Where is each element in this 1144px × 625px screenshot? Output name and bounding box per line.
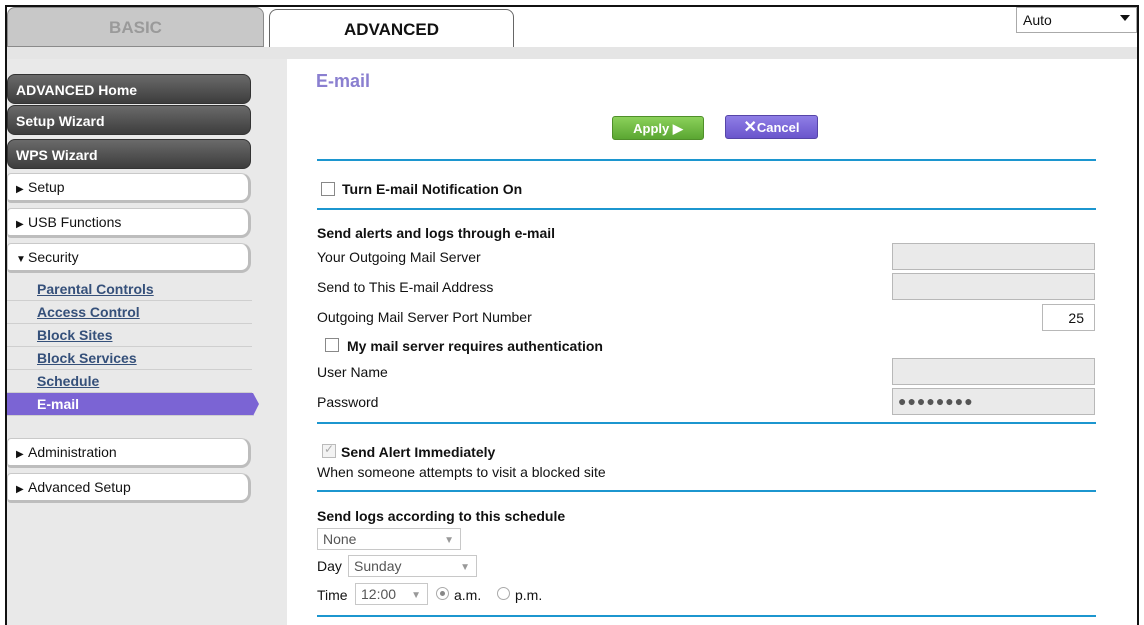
outgoing-server-label: Your Outgoing Mail Server [317,249,481,265]
divider [317,422,1096,424]
sidebar-advanced-home[interactable]: ADVANCED Home [7,74,251,104]
port-label: Outgoing Mail Server Port Number [317,309,532,325]
chevron-down-icon: ▼ [411,590,421,601]
day-select[interactable]: Sunday ▼ [348,555,477,577]
password-label: Password [317,394,379,410]
page-title: E-mail [316,71,371,91]
sidebar-item-label: Advanced Setup [28,479,131,495]
apply-button[interactable]: Apply ▶ [612,116,704,140]
password-value: ●●●●●●●● [898,393,974,409]
sidebar-item-block-sites[interactable]: Block Sites [7,324,252,347]
sidebar: ADVANCED Home Setup Wizard WPS Wizard ▶ S… [7,59,287,625]
send-to-label: Send to This E-mail Address [317,279,494,295]
send-alerts-heading: Send alerts and logs through e-mail [317,225,556,241]
email-notification-checkbox[interactable] [321,182,335,196]
username-input[interactable] [892,358,1095,385]
top-tabbar: BASIC ADVANCED Auto [7,7,1137,49]
triangle-right-icon: ▶ [16,184,24,195]
schedule-heading: Send logs according to this schedule [317,508,566,524]
triangle-right-icon: ▶ [16,484,24,495]
sidebar-item-usb-functions[interactable]: ▶ USB Functions [7,208,251,238]
pm-radio[interactable] [497,587,510,600]
day-select-value: Sunday [354,558,402,574]
port-input[interactable]: 25 [1042,304,1095,331]
sidebar-item-security[interactable]: ▼ Security [7,243,251,273]
language-select-value: Auto [1023,12,1052,28]
am-label: a.m. [454,587,482,603]
language-select[interactable]: Auto [1016,7,1137,33]
schedule-select-value: None [323,531,357,547]
triangle-right-icon: ▶ [16,449,24,460]
tab-advanced[interactable]: ADVANCED [269,9,514,49]
day-label: Day [317,558,342,574]
security-submenu: Parental Controls Access Control Block S… [7,278,259,416]
cancel-label: Cancel [756,120,800,135]
divider [317,159,1096,161]
auth-label: My mail server requires authentication [347,338,603,354]
sidebar-item-email[interactable]: E-mail [7,393,259,416]
sidebar-item-label: USB Functions [28,214,122,230]
am-radio[interactable] [436,587,449,600]
sidebar-item-setup[interactable]: ▶ Setup [7,173,251,203]
close-icon: ✕ [743,119,757,136]
triangle-right-icon: ▶ [16,219,24,230]
send-alert-description: When someone attempts to visit a blocked… [317,464,606,480]
send-alert-label: Send Alert Immediately [341,444,496,460]
send-alert-checkbox[interactable] [322,442,336,458]
outgoing-server-input[interactable] [892,243,1095,270]
sidebar-item-label: Security [28,249,79,265]
tab-basic[interactable]: BASIC [7,7,264,47]
triangle-down-icon: ▼ [16,254,26,265]
time-select-value: 12:00 [361,586,397,602]
port-value: 25 [1068,310,1084,326]
sidebar-item-schedule[interactable]: Schedule [7,370,252,393]
sidebar-item-parental-controls[interactable]: Parental Controls [7,278,252,301]
sidebar-item-advanced-setup[interactable]: ▶ Advanced Setup [7,473,251,503]
password-input[interactable]: ●●●●●●●● [892,388,1095,415]
time-select[interactable]: 12:00 ▼ [355,583,428,605]
username-label: User Name [317,364,388,380]
header-band [7,47,1137,59]
chevron-down-icon: ▼ [444,535,454,546]
time-label: Time [317,587,348,603]
main-content: E-mail Apply ▶ ✕Cancel Turn E-mail Notif… [296,59,1137,625]
divider [317,615,1096,617]
send-to-email-input[interactable] [892,273,1095,300]
sidebar-item-administration[interactable]: ▶ Administration [7,438,251,468]
schedule-select[interactable]: None ▼ [317,528,461,550]
pm-label: p.m. [515,587,543,603]
sidebar-item-label: Setup [28,179,65,195]
sidebar-setup-wizard[interactable]: Setup Wizard [7,105,251,135]
sidebar-item-label: Administration [28,444,117,460]
sidebar-item-block-services[interactable]: Block Services [7,347,252,370]
sidebar-item-access-control[interactable]: Access Control [7,301,252,324]
email-notification-label: Turn E-mail Notification On [342,181,523,197]
chevron-down-icon [1120,15,1130,21]
auth-checkbox[interactable] [325,338,339,352]
divider [317,208,1096,210]
sidebar-wps-wizard[interactable]: WPS Wizard [7,139,251,169]
cancel-button[interactable]: ✕Cancel [725,115,818,139]
chevron-down-icon: ▼ [460,562,470,573]
divider [317,490,1096,492]
